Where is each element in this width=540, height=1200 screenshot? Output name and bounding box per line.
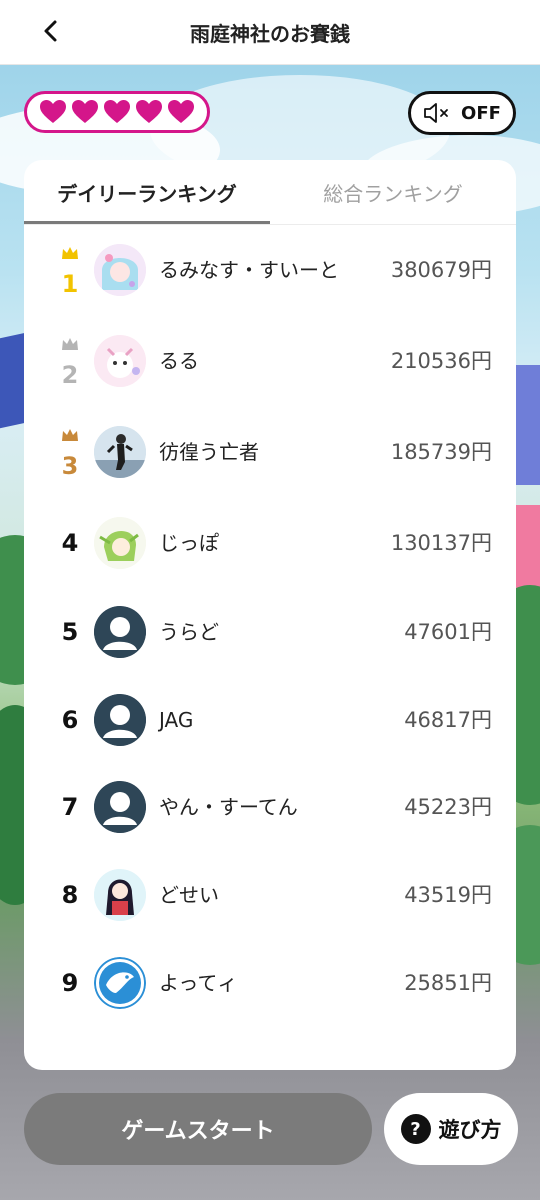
active-tab-indicator	[24, 221, 270, 224]
default-avatar-icon	[94, 781, 146, 833]
heart-icon	[168, 100, 194, 123]
offering-amount: 210536円	[390, 349, 492, 373]
heart-icon	[40, 100, 66, 123]
speaker-muted-icon	[424, 103, 448, 123]
ranking-panel: デイリーランキング 総合ランキング 1 るみなす・すいーと 380679円 2	[24, 160, 516, 1070]
offering-amount: 46817円	[404, 708, 492, 732]
page-title: 雨庭神社のお賽銭	[190, 21, 350, 46]
heart-icon	[136, 100, 162, 123]
avatar	[94, 957, 146, 1009]
rank-number: 5	[61, 618, 79, 646]
silver-crown-icon	[62, 338, 78, 350]
avatar	[94, 426, 146, 478]
sound-toggle-button[interactable]: OFF	[408, 91, 516, 135]
avatar	[94, 244, 146, 296]
bronze-crown-icon	[62, 429, 78, 441]
ranking-row[interactable]: 2 るる 210536円	[24, 317, 516, 405]
player-name: やん・すーてん	[159, 795, 298, 819]
rank-number: 1	[61, 270, 79, 298]
offering-amount: 47601円	[404, 620, 492, 644]
ranking-tabs: デイリーランキング 総合ランキング	[24, 160, 516, 225]
rank-number: 4	[61, 529, 79, 557]
player-name: 彷徨う亡者	[159, 440, 259, 464]
player-name: るみなす・すいーと	[159, 258, 339, 282]
player-name: るる	[159, 349, 199, 373]
ranking-row[interactable]: 7 やん・すーてん 45223円	[24, 763, 516, 851]
ranking-row[interactable]: 9 よってィ 25851円	[24, 939, 516, 1027]
how-to-play-label: 遊び方	[438, 1118, 502, 1142]
player-name: よってィ	[159, 971, 238, 995]
rank-number: 8	[61, 881, 79, 909]
ranking-row[interactable]: 4 じっぽ 130137円	[24, 499, 516, 587]
offering-amount: 43519円	[404, 883, 492, 907]
tab-daily-ranking[interactable]: デイリーランキング	[24, 160, 270, 224]
heart-icon	[104, 100, 130, 123]
player-name: うらど	[159, 620, 219, 644]
tab-total-ranking[interactable]: 総合ランキング	[270, 160, 516, 224]
ranking-row[interactable]: 1 るみなす・すいーと 380679円	[24, 226, 516, 314]
heart-icon	[72, 100, 98, 123]
game-start-button[interactable]: ゲームスタート	[24, 1093, 372, 1165]
offering-amount: 25851円	[404, 971, 492, 995]
app-header: 雨庭神社のお賽銭	[0, 0, 540, 65]
offering-amount: 130137円	[390, 531, 492, 555]
chevron-left-icon	[44, 20, 57, 42]
avatar	[94, 869, 146, 921]
avatar	[94, 335, 146, 387]
rank-number: 2	[61, 361, 79, 389]
offering-amount: 185739円	[390, 440, 492, 464]
lives-indicator	[24, 91, 210, 133]
rank-number: 6	[61, 706, 79, 734]
player-name: JAG	[159, 708, 194, 732]
rank-number: 9	[61, 969, 79, 997]
ranking-row[interactable]: 5 うらど 47601円	[24, 588, 516, 676]
offering-amount: 45223円	[404, 795, 492, 819]
offering-amount: 380679円	[390, 258, 492, 282]
player-name: どせい	[159, 883, 219, 907]
gold-crown-icon	[62, 247, 78, 259]
question-icon: ?	[400, 1114, 431, 1144]
player-name: じっぽ	[159, 531, 219, 555]
ranking-row[interactable]: 8 どせい 43519円	[24, 851, 516, 939]
ranking-row[interactable]: 3 彷徨う亡者 185739円	[24, 408, 516, 496]
avatar	[94, 517, 146, 569]
default-avatar-icon	[94, 694, 146, 746]
default-avatar-icon	[94, 606, 146, 658]
rank-number: 7	[61, 793, 79, 821]
ranking-row[interactable]: 6 JAG 46817円	[24, 676, 516, 764]
rank-number: 3	[61, 452, 79, 480]
back-button[interactable]	[34, 14, 68, 48]
how-to-play-button[interactable]: ? 遊び方	[384, 1093, 518, 1165]
sound-status: OFF	[461, 102, 501, 124]
